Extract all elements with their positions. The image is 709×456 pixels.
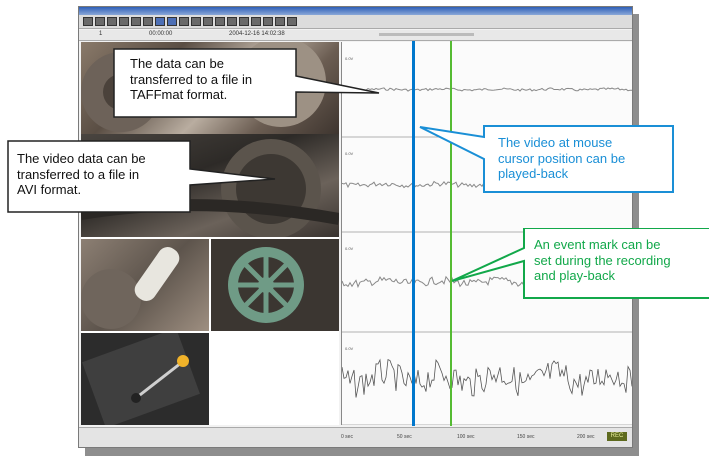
date-display: 2004-12-16 14:02:38 bbox=[229, 31, 285, 37]
save-icon[interactable] bbox=[95, 17, 105, 26]
wheel-image bbox=[211, 239, 339, 331]
settings-icon[interactable] bbox=[143, 17, 153, 26]
lever-image bbox=[82, 333, 200, 425]
open-icon[interactable] bbox=[83, 17, 93, 26]
step-back-icon[interactable] bbox=[191, 17, 201, 26]
axis-label: 0.0V bbox=[345, 246, 354, 251]
playback-slider[interactable] bbox=[379, 33, 474, 36]
video-panel-6-empty[interactable] bbox=[211, 333, 339, 425]
help-icon[interactable] bbox=[287, 17, 297, 26]
zoom-out-icon[interactable] bbox=[239, 17, 249, 26]
waveform-trace bbox=[341, 358, 632, 398]
x-tick-1: 50 sec bbox=[397, 434, 412, 440]
callout-event: An event mark can be set during the reco… bbox=[452, 228, 709, 318]
callout-avi-text: The video data can be transferred to a f… bbox=[17, 151, 146, 197]
title-bar bbox=[79, 7, 632, 15]
step-forward-icon[interactable] bbox=[203, 17, 213, 26]
copy-icon[interactable] bbox=[119, 17, 129, 26]
marker-icon[interactable] bbox=[263, 17, 273, 26]
rec-indicator: REC bbox=[607, 432, 627, 441]
paste-icon[interactable] bbox=[131, 17, 141, 26]
toolbar bbox=[79, 15, 632, 29]
stop-icon[interactable] bbox=[167, 17, 177, 26]
status-bar: 0 sec 50 sec 100 sec 150 sec 200 sec REC bbox=[79, 427, 632, 447]
time-display: 00:00:00 bbox=[149, 31, 173, 37]
play-icon[interactable] bbox=[155, 17, 165, 26]
callout-taffmat-text: The data can be transferred to a file in… bbox=[130, 56, 253, 102]
camera-icon[interactable] bbox=[275, 17, 285, 26]
video-panel-5[interactable] bbox=[81, 333, 209, 425]
cursor-line bbox=[412, 41, 415, 426]
x-tick-3: 150 sec bbox=[517, 434, 535, 440]
callout-event-text: An event mark can be set during the reco… bbox=[534, 237, 671, 283]
axis-label: 0.0V bbox=[345, 346, 354, 351]
video-panel-3[interactable] bbox=[81, 239, 209, 331]
x-tick-0: 0 sec bbox=[341, 434, 353, 440]
fast-forward-icon[interactable] bbox=[215, 17, 225, 26]
zoom-in-icon[interactable] bbox=[227, 17, 237, 26]
bolt-image bbox=[81, 247, 180, 329]
rewind-icon[interactable] bbox=[179, 17, 189, 26]
callout-cursor-text: The video at mouse cursor position can b… bbox=[498, 135, 626, 181]
video-panel-4[interactable] bbox=[211, 239, 339, 331]
print-icon[interactable] bbox=[107, 17, 117, 26]
grid-icon[interactable] bbox=[251, 17, 261, 26]
x-tick-4: 200 sec bbox=[577, 434, 595, 440]
channel-value[interactable]: 1 bbox=[99, 31, 102, 37]
axis-label: 0.0V bbox=[345, 151, 354, 156]
info-bar: 1 00:00:00 2004-12-16 14:02:38 bbox=[79, 30, 632, 41]
x-tick-2: 100 sec bbox=[457, 434, 475, 440]
